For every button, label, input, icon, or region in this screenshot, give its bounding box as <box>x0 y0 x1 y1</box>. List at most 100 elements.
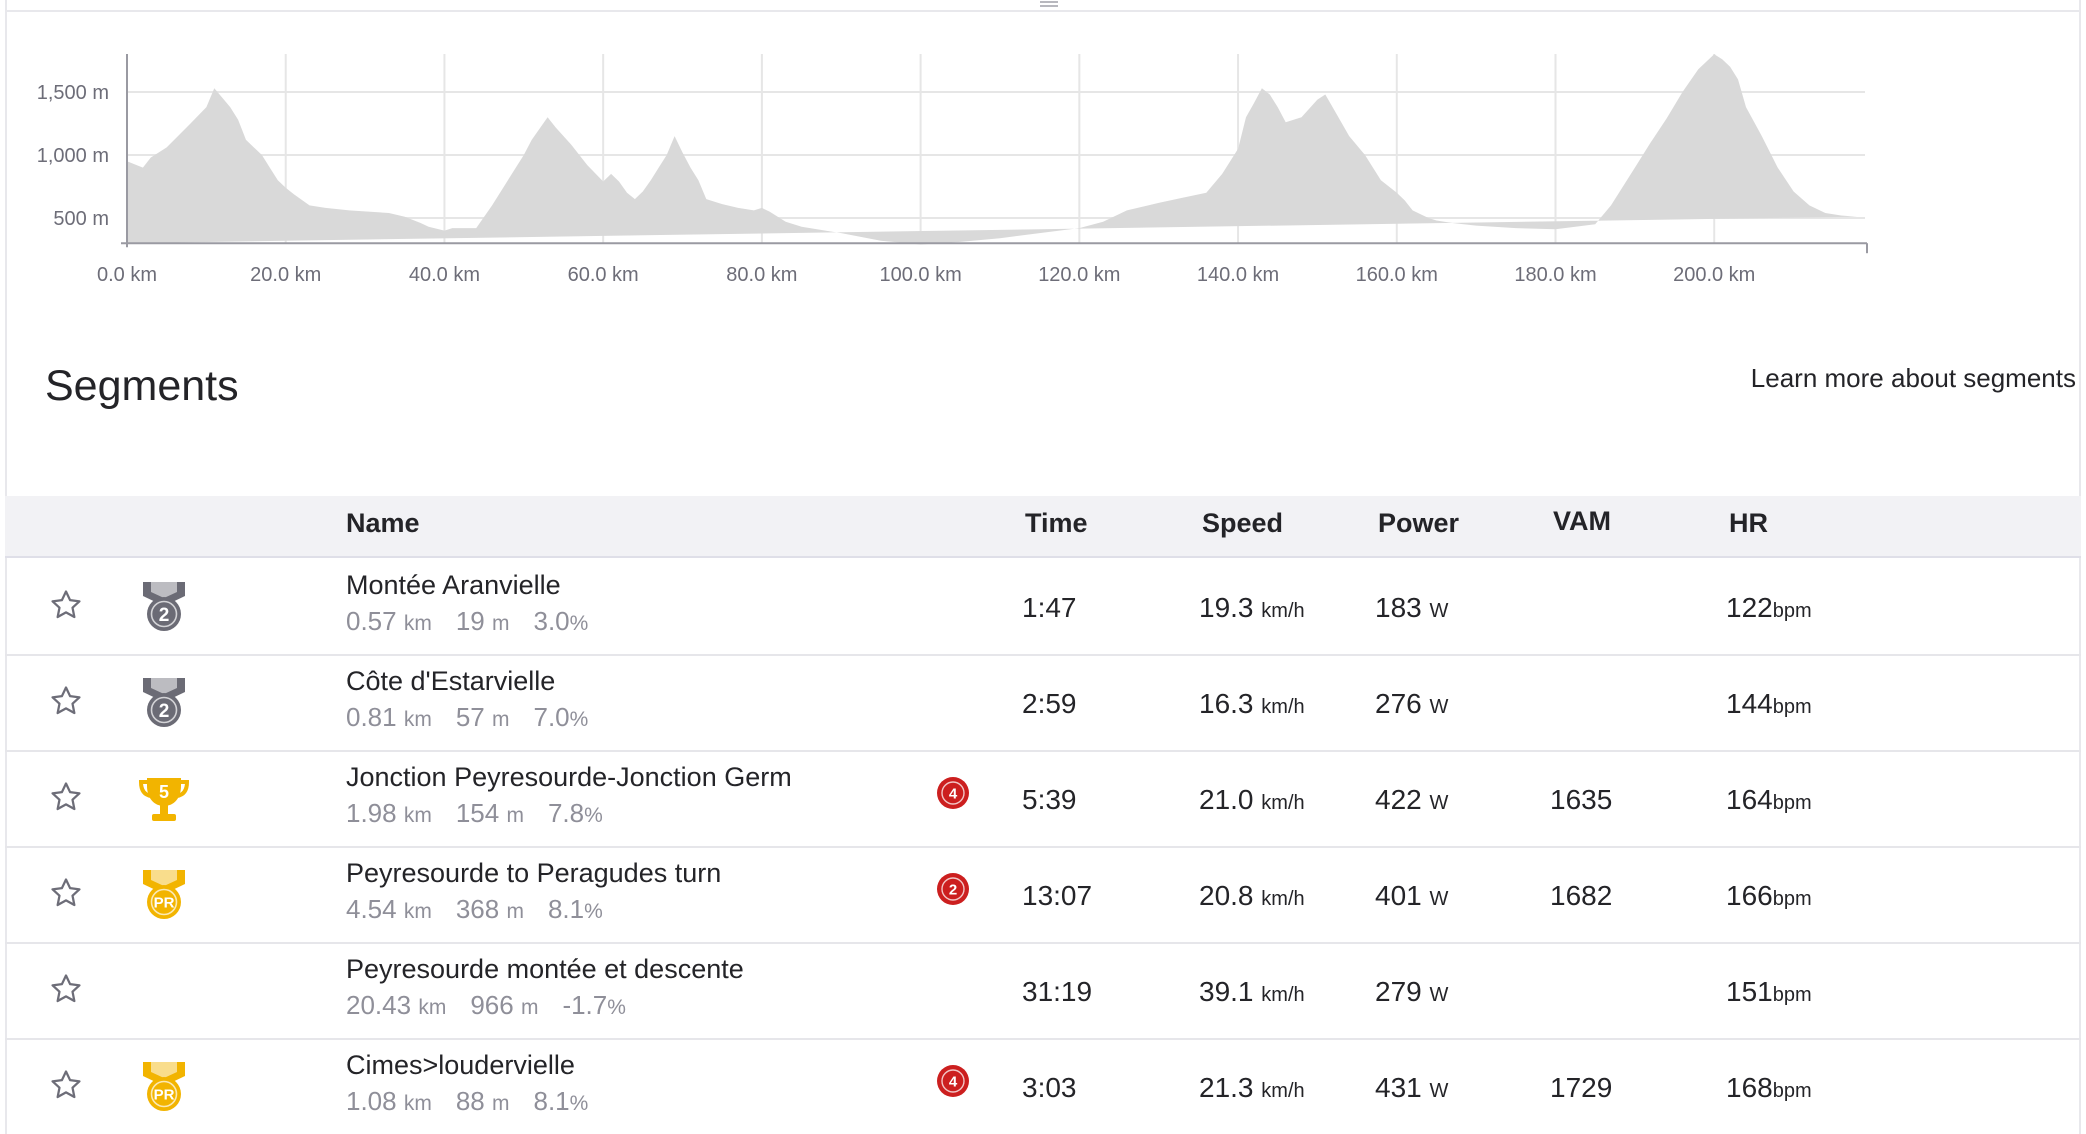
elevation-y-ticks: 1,500 m 1,000 m 500 m <box>37 82 109 230</box>
segment-name-link[interactable]: Cimes>loudervielle <box>346 1050 575 1081</box>
segments-title: Segments <box>45 362 239 410</box>
unit-bpm: bpm <box>1772 1080 1812 1102</box>
hr-value: 168 <box>1726 1072 1773 1103</box>
x-tick-label: 120.0 km <box>1038 264 1120 286</box>
segment-power: 401 W <box>1375 880 1448 912</box>
x-tick-label: 40.0 km <box>409 264 480 286</box>
segment-name-link[interactable]: Peyresourde to Peragudes turn <box>346 858 721 889</box>
segment-elevation: 154 <box>455 798 500 828</box>
unit-pct: % <box>569 1092 589 1115</box>
star-icon[interactable] <box>49 1068 83 1102</box>
kom-rank-badge-icon: 4 <box>936 1064 970 1098</box>
segment-stats: 0.57 km 19 m 3.0% <box>346 606 588 637</box>
segment-row[interactable]: PR Peyresourde to Peragudes turn 4.54 km 36… <box>5 848 2081 944</box>
unit-kmh: km/h <box>1261 888 1305 910</box>
svg-text:5: 5 <box>159 782 169 802</box>
power-value: 422 <box>1375 784 1422 815</box>
segment-time: 1:47 <box>1022 592 1077 623</box>
svg-text:2: 2 <box>949 882 957 899</box>
segment-vam: 1729 <box>1550 1072 1613 1103</box>
star-icon[interactable] <box>49 684 83 718</box>
column-power[interactable]: Power <box>1378 508 1459 539</box>
unit-w: W <box>1429 792 1449 814</box>
hr-value: 164 <box>1726 784 1773 815</box>
segment-stats: 0.81 km 57 m 7.0% <box>346 702 588 733</box>
unit-kmh: km/h <box>1261 696 1305 718</box>
unit-m: m <box>492 708 510 731</box>
speed-value: 20.8 <box>1199 880 1254 911</box>
kom-rank-badge-icon: 2 <box>936 872 970 906</box>
star-icon[interactable] <box>49 780 83 814</box>
segment-row[interactable]: 2 Montée Aranvielle 0.57 km 19 m 3.0% 1:47 19.… <box>5 560 2081 656</box>
unit-kmh: km/h <box>1261 600 1305 622</box>
segment-elevation: 368 <box>455 894 500 924</box>
learn-more-link[interactable]: Learn more about segments <box>1751 363 2076 394</box>
activity-page: { "elevation": { "y_ticks": ["1,500 m", … <box>0 0 2086 1134</box>
segment-elevation: 88 <box>455 1086 485 1116</box>
unit-m: m <box>492 1092 510 1115</box>
segment-time: 31:19 <box>1022 976 1093 1007</box>
x-tick-label: 100.0 km <box>879 264 961 286</box>
unit-pct: % <box>584 900 603 923</box>
unit-w: W <box>1429 984 1449 1006</box>
unit-km: km <box>403 1092 432 1115</box>
unit-km: km <box>403 708 432 731</box>
segment-stats: 1.98 km 154 m 7.8% <box>346 798 603 829</box>
segment-grade: 7.0 <box>533 702 570 732</box>
segment-speed: 39.1 km/h <box>1199 976 1305 1008</box>
elevation-chart: 1,500 m 1,000 m 500 m 0.0 km 20.0 km 40.0 km… <box>37 54 1868 286</box>
segment-grade: 7.8 <box>547 798 585 828</box>
segment-power: 422 W <box>1375 784 1448 816</box>
segment-name-link[interactable]: Peyresourde montée et descente <box>346 954 744 985</box>
x-tick-label: 80.0 km <box>726 264 797 286</box>
segment-row[interactable]: 2 Côte d'Estarvielle 0.81 km 57 m 7.0% 2:59 16… <box>5 656 2081 752</box>
x-tick-label: 180.0 km <box>1514 264 1596 286</box>
unit-bpm: bpm <box>1772 600 1812 622</box>
pr-medal-icon: PR <box>137 1058 191 1116</box>
speed-value: 16.3 <box>1199 688 1254 719</box>
unit-bpm: bpm <box>1772 984 1812 1006</box>
segment-vam: 1635 <box>1550 784 1613 815</box>
x-tick-label: 160.0 km <box>1356 264 1438 286</box>
segment-hr: 164bpm <box>1726 784 1812 816</box>
segment-name-link[interactable]: Montée Aranvielle <box>346 570 561 601</box>
star-icon[interactable] <box>49 972 83 1006</box>
segment-vam: 1682 <box>1550 880 1613 911</box>
segment-row[interactable]: Peyresourde montée et descente 20.43 km 96… <box>5 944 2081 1040</box>
x-tick-label: 140.0 km <box>1197 264 1279 286</box>
trophy-5-icon: 5 <box>137 770 191 828</box>
power-value: 431 <box>1375 1072 1422 1103</box>
unit-w: W <box>1429 888 1449 910</box>
segment-power: 431 W <box>1375 1072 1448 1104</box>
segment-distance: 4.54 <box>346 894 397 924</box>
segment-name-link[interactable]: Jonction Peyresourde-Jonction Germ <box>346 762 792 793</box>
hr-value: 166 <box>1726 880 1773 911</box>
x-tick-label: 20.0 km <box>250 264 321 286</box>
speed-value: 21.0 <box>1199 784 1254 815</box>
segment-row[interactable]: 5 Jonction Peyresourde-Jonction Germ 1.98 … <box>5 752 2081 848</box>
power-value: 276 <box>1375 688 1422 719</box>
svg-text:PR: PR <box>154 1086 175 1103</box>
column-name[interactable]: Name <box>346 508 420 539</box>
column-vam[interactable]: VAM <box>1553 506 1611 537</box>
column-hr[interactable]: HR <box>1729 508 1768 539</box>
segment-distance: 0.81 <box>346 702 397 732</box>
speed-value: 21.3 <box>1199 1072 1254 1103</box>
segment-speed: 20.8 km/h <box>1199 880 1305 912</box>
star-icon[interactable] <box>49 876 83 910</box>
unit-bpm: bpm <box>1772 792 1812 814</box>
column-time[interactable]: Time <box>1025 508 1088 539</box>
star-icon[interactable] <box>49 588 83 622</box>
segment-row[interactable]: PR Cimes>loudervielle 1.08 km 88 m 8.1% 4 3:03… <box>5 1040 2081 1134</box>
column-speed[interactable]: Speed <box>1202 508 1283 539</box>
segment-name-link[interactable]: Côte d'Estarvielle <box>346 666 555 697</box>
unit-kmh: km/h <box>1261 1080 1305 1102</box>
unit-w: W <box>1429 600 1449 622</box>
unit-w: W <box>1429 1080 1449 1102</box>
segment-hr: 166bpm <box>1726 880 1812 912</box>
hr-value: 122 <box>1726 592 1773 623</box>
segment-elevation: 19 <box>455 606 485 636</box>
unit-bpm: bpm <box>1772 696 1812 718</box>
unit-pct: % <box>569 612 589 635</box>
hr-value: 151 <box>1726 976 1773 1007</box>
